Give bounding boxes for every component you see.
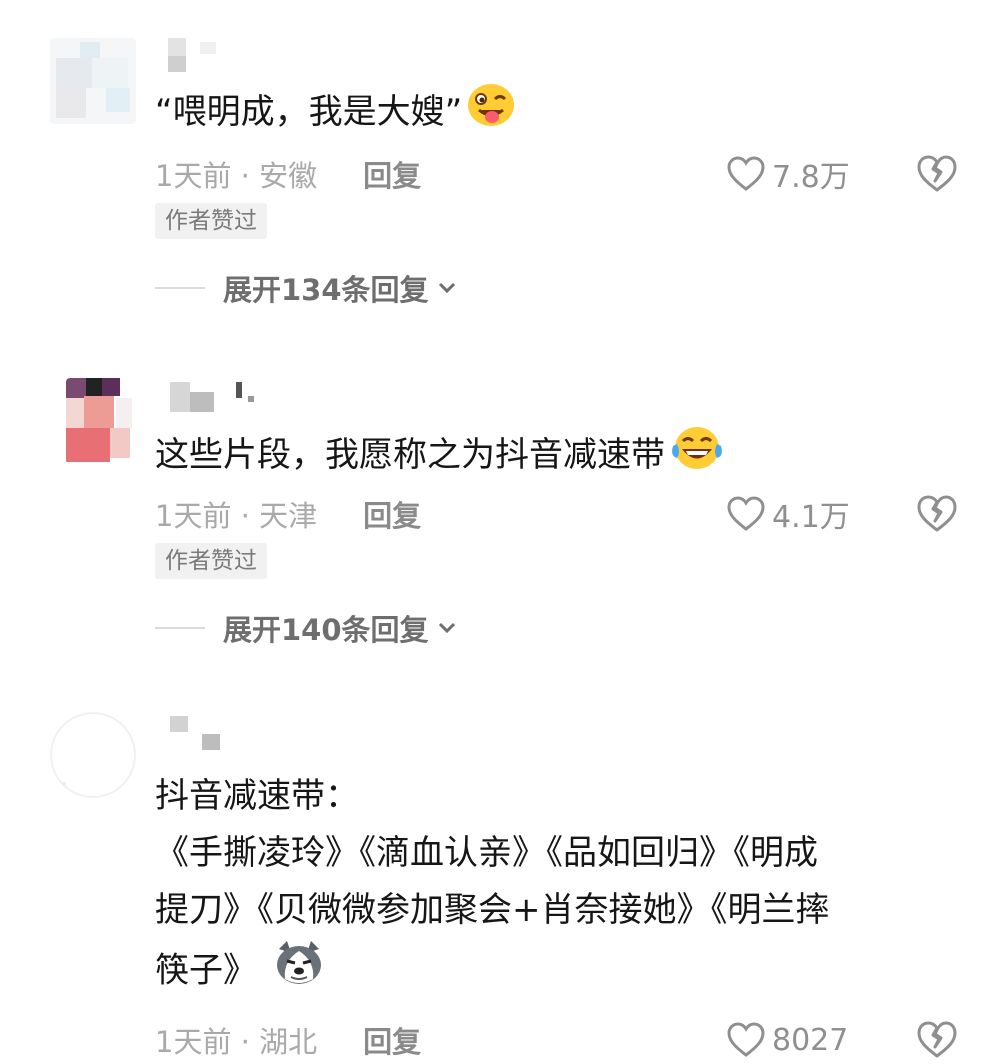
reply-button[interactable]: 回复 [363, 493, 421, 535]
like-button[interactable]: 7.8万 [726, 154, 850, 195]
time-location: 1天前 · 天津 [155, 499, 318, 533]
husky-dog-emoji [273, 939, 325, 1005]
like-count: 7.8万 [772, 160, 850, 195]
comment-meta: 1天前 · 天津 回复 [155, 494, 421, 534]
text-line: 筷子》 [155, 950, 257, 991]
comment-text: 这些片段，我愿称之为抖音减速带 [155, 424, 960, 489]
like-count: 8027 [772, 1022, 849, 1058]
text-line: 提刀》《贝微微参加聚会+肖奈接她》《明兰摔 [155, 890, 830, 930]
tears-of-joy-emoji [669, 424, 725, 489]
broken-heart-icon [917, 155, 957, 192]
text-line: 抖音减速带： [155, 776, 359, 816]
dislike-button[interactable] [916, 494, 958, 534]
expand-replies-button[interactable]: 展开140条回复 [155, 606, 457, 650]
comment-meta: 1天前 · 湖北 回复 [155, 1020, 421, 1060]
username-blurred[interactable] [160, 378, 270, 418]
expand-label: 展开140条回复 [223, 613, 429, 647]
divider-line [155, 287, 205, 289]
dislike-button[interactable] [916, 1020, 958, 1060]
chevron-down-icon [438, 282, 455, 294]
reply-button[interactable]: 回复 [363, 1019, 421, 1061]
heart-icon [727, 496, 765, 531]
chevron-down-icon [438, 622, 455, 634]
comment-text: 抖音减速带： 《手撕凌玲》《滴血认亲》《品如回归》《明成 提刀》《贝微微参加聚会… [155, 768, 960, 1005]
like-count: 4.1万 [772, 500, 850, 535]
expand-replies-button[interactable]: 展开134条回复 [155, 266, 457, 310]
broken-heart-icon [917, 1021, 957, 1058]
expand-label: 展开134条回复 [223, 273, 429, 307]
username-blurred[interactable] [160, 38, 270, 78]
heart-icon [727, 156, 765, 191]
text-line: 《手撕凌玲》《滴血认亲》《品如回归》《明成 [155, 833, 818, 873]
reply-button[interactable]: 回复 [363, 153, 421, 195]
time-location: 1天前 · 湖北 [155, 1025, 318, 1059]
like-button[interactable]: 8027 [726, 1020, 848, 1060]
username-blurred[interactable] [160, 712, 270, 752]
avatar[interactable] [50, 712, 136, 798]
broken-heart-icon [917, 495, 957, 532]
heart-icon [727, 1022, 765, 1057]
divider-line [155, 627, 205, 629]
winking-tongue-emoji [466, 82, 516, 145]
dislike-button[interactable] [916, 154, 958, 194]
comment-meta: 1天前 · 安徽 回复 [155, 154, 421, 194]
avatar[interactable] [66, 378, 136, 464]
time-location: 1天前 · 安徽 [155, 159, 318, 193]
author-liked-badge: 作者赞过 [155, 543, 267, 579]
author-liked-badge: 作者赞过 [155, 203, 267, 239]
like-button[interactable]: 4.1万 [726, 494, 850, 535]
comment-text: “喂明成，我是大嫂” [155, 82, 960, 145]
avatar[interactable] [50, 38, 136, 124]
